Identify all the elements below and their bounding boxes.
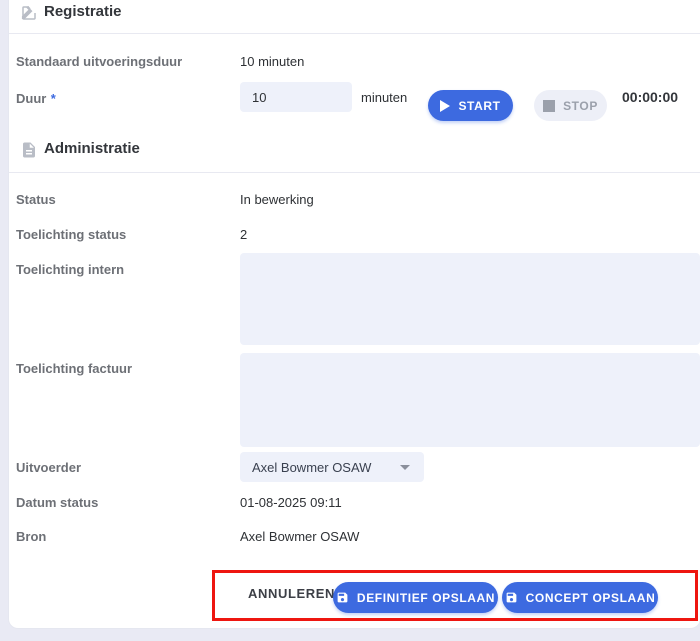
label-datum-status: Datum status xyxy=(16,495,99,510)
value-status: In bewerking xyxy=(240,192,314,207)
play-icon xyxy=(440,99,451,112)
annuleren-button[interactable]: ANNULEREN xyxy=(248,586,335,601)
floppy-disk-icon xyxy=(505,591,518,604)
toelichting-factuur-textarea[interactable] xyxy=(240,353,700,447)
required-asterisk: * xyxy=(50,91,56,106)
definitief-opslaan-label: DEFINITIEF OPSLAAN xyxy=(356,590,496,605)
section-title-registratie: Registratie xyxy=(44,3,122,20)
value-standaard-duur: 10 minuten xyxy=(240,54,305,69)
label-duur: Duur xyxy=(16,91,47,106)
start-button-label: START xyxy=(458,98,501,113)
caret-down-icon xyxy=(400,464,410,470)
timer-display: 00:00:00 xyxy=(622,89,679,105)
label-toelichting-status: Toelichting status xyxy=(16,227,127,242)
concept-opslaan-label: CONCEPT OPSLAAN xyxy=(525,590,656,605)
label-duur-wrap: Duur * xyxy=(16,90,56,108)
value-datum-status: 01-08-2025 09:11 xyxy=(240,495,342,510)
toelichting-intern-textarea[interactable] xyxy=(240,253,700,345)
document-icon xyxy=(20,141,38,159)
label-toelichting-intern: Toelichting intern xyxy=(16,262,125,277)
label-bron: Bron xyxy=(16,529,47,544)
label-status: Status xyxy=(16,192,56,207)
edit-icon xyxy=(20,4,38,22)
uitvoerder-selected-value: Axel Bowmer OSAW xyxy=(252,459,372,475)
label-toelichting-factuur: Toelichting factuur xyxy=(16,361,133,376)
divider xyxy=(9,33,700,34)
floppy-disk-icon xyxy=(336,591,349,604)
duur-input[interactable] xyxy=(240,82,352,112)
value-bron: Axel Bowmer OSAW xyxy=(240,529,360,544)
value-toelichting-status: 2 xyxy=(240,227,248,242)
start-button[interactable]: START xyxy=(428,90,513,121)
stop-button-label: STOP xyxy=(563,98,598,113)
stop-square-icon xyxy=(543,99,556,112)
stop-button[interactable]: STOP xyxy=(534,90,607,121)
duur-unit-label: minuten xyxy=(361,90,408,105)
uitvoerder-select[interactable]: Axel Bowmer OSAW xyxy=(240,452,424,482)
definitief-opslaan-button[interactable]: DEFINITIEF OPSLAAN xyxy=(333,582,498,613)
section-title-administratie: Administratie xyxy=(44,140,140,157)
concept-opslaan-button[interactable]: CONCEPT OPSLAAN xyxy=(502,582,658,613)
page: Registratie Standaard uitvoeringsduur 10… xyxy=(0,0,700,641)
label-standaard-duur: Standaard uitvoeringsduur xyxy=(16,54,183,69)
divider xyxy=(9,172,700,173)
label-uitvoerder: Uitvoerder xyxy=(16,460,82,475)
